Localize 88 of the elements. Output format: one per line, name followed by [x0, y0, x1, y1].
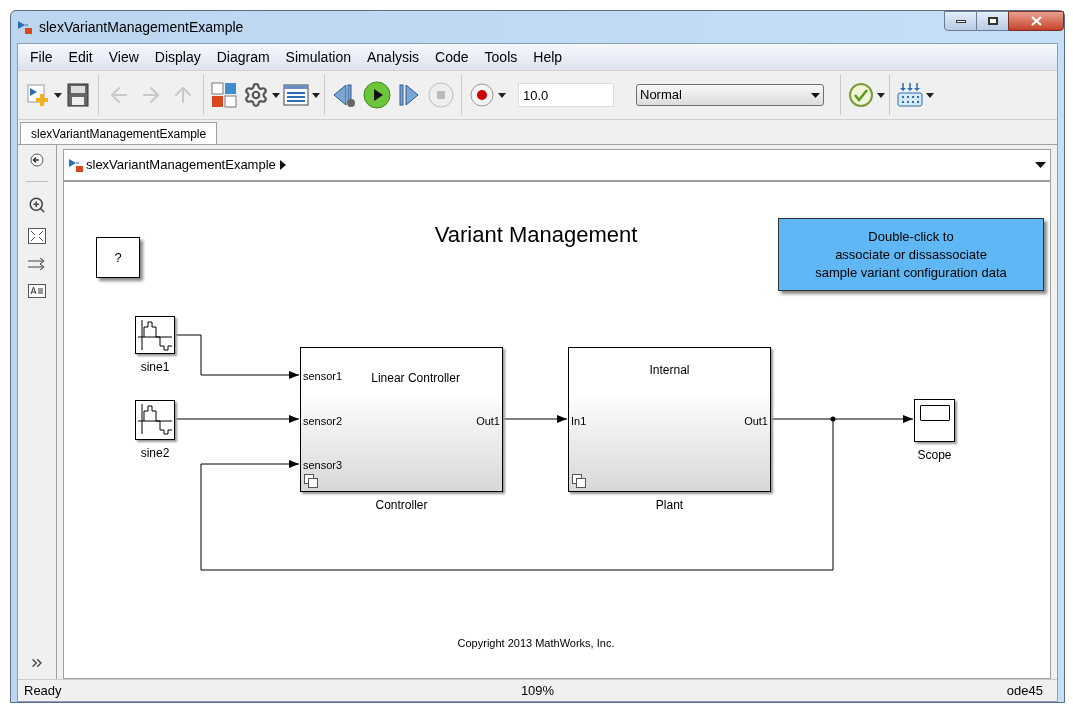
model-tab[interactable]: slexVariantManagementExample — [20, 122, 218, 144]
fit-view-button[interactable] — [28, 228, 46, 244]
solver-name: ode45 — [1005, 681, 1044, 700]
close-icon — [1030, 16, 1042, 26]
menu-item[interactable]: Display — [146, 46, 209, 68]
library-grid-icon — [211, 82, 237, 108]
staircase-wave-icon — [138, 319, 172, 351]
zoom-button[interactable] — [28, 196, 46, 214]
variant-label: Linear Controller — [371, 370, 460, 387]
step-back-icon — [332, 82, 358, 108]
copyright-text: Copyright 2013 MathWorks, Inc. — [457, 636, 615, 651]
diagram-title: Variant Management — [434, 221, 638, 249]
route-lines-button[interactable] — [28, 258, 46, 270]
step-forward-icon — [398, 83, 420, 107]
menu-item[interactable]: Tools — [476, 46, 526, 68]
input-port-label: In1 — [571, 413, 587, 429]
app-icon — [17, 19, 33, 35]
double-arrow-icon — [28, 258, 46, 270]
stop-time-field[interactable]: 10.0 — [518, 83, 614, 107]
block-label: Plant — [655, 497, 684, 514]
status-text: Ready — [24, 681, 63, 700]
input-port-label: sensor2 — [303, 413, 343, 429]
block-label: sine2 — [140, 445, 170, 462]
model-canvas[interactable] — [63, 181, 1051, 679]
output-port-label: Out1 — [476, 413, 500, 429]
play-icon — [363, 81, 391, 109]
block-label: Controller — [375, 497, 428, 514]
keypad-arrows-icon — [897, 82, 923, 108]
model-icon — [68, 157, 84, 173]
settings-icon — [243, 82, 269, 108]
table-window-icon — [283, 84, 309, 106]
caret-icon[interactable] — [498, 92, 506, 98]
library-browser-button[interactable] — [208, 79, 240, 111]
annotation-button[interactable] — [28, 284, 46, 298]
signal-source-block[interactable] — [135, 400, 175, 440]
zoom-in-icon — [28, 196, 46, 214]
menu-item[interactable]: Help — [525, 46, 571, 68]
subsystem-block[interactable]: Internal In1 Out1 — [568, 347, 771, 492]
fit-arrows-icon — [28, 228, 46, 244]
input-port-label: sensor3 — [303, 457, 343, 473]
text-annotation-icon — [28, 284, 46, 298]
menu-item[interactable]: Edit — [60, 46, 101, 68]
staircase-wave-icon — [138, 403, 172, 435]
minimize-button[interactable] — [944, 11, 977, 31]
block-label: Scope — [917, 447, 952, 464]
zoom-level: 109% — [519, 681, 556, 700]
simulation-mode-dropdown[interactable]: Normal — [636, 84, 824, 106]
menu-item[interactable]: Simulation — [277, 46, 359, 68]
annotation-text: associate or dissassociate — [835, 245, 987, 264]
input-port-label: sensor1 — [303, 368, 343, 384]
dropdown-triangle-icon[interactable] — [1035, 162, 1046, 168]
annotation-note[interactable]: Double-click to associate or dissassociate sample variant configuration data — [778, 218, 1044, 291]
stop-icon — [427, 81, 455, 109]
annotation-text: sample variant configuration data — [815, 263, 1007, 282]
breadcrumb-item[interactable]: slexVariantManagementExample — [68, 155, 276, 175]
check-circle-icon — [848, 82, 874, 108]
subsystem-block[interactable]: sensor1 sensor2 sensor3 Linear Controller Out1 — [300, 347, 503, 492]
caret-icon[interactable] — [312, 92, 320, 98]
menu-item[interactable]: Diagram — [208, 46, 278, 68]
output-port-label: Out1 — [744, 413, 768, 429]
caret-icon[interactable] — [877, 92, 885, 98]
signal-source-block[interactable] — [135, 316, 175, 354]
menu-item[interactable]: Analysis — [358, 46, 428, 68]
annotation-text: Double-click to — [868, 227, 954, 246]
menu-item[interactable]: View — [100, 46, 147, 68]
scope-block[interactable] — [914, 399, 955, 442]
caret-icon[interactable] — [272, 92, 280, 98]
help-block[interactable]: ? — [96, 237, 140, 278]
run-button[interactable] — [361, 79, 393, 111]
scope-screen-icon — [919, 405, 950, 421]
close-button[interactable] — [1008, 11, 1064, 31]
signal-line — [502, 415, 568, 423]
back-circle-icon — [30, 153, 44, 167]
model-plus-icon — [26, 83, 50, 107]
window-title: slexVariantManagementExample — [39, 17, 244, 37]
maximize-button[interactable] — [977, 11, 1008, 31]
caret-icon[interactable] — [926, 92, 934, 98]
hide-explorer-button[interactable] — [30, 153, 44, 167]
menu-item[interactable]: File — [22, 46, 61, 68]
record-icon — [469, 82, 495, 108]
variant-label: Internal — [649, 362, 690, 379]
menu-item[interactable]: Code — [427, 46, 477, 68]
variant-subsystem-icon — [304, 474, 318, 488]
variant-subsystem-icon — [572, 474, 586, 488]
block-label: sine1 — [140, 359, 170, 376]
caret-icon[interactable] — [54, 92, 62, 98]
caret-icon — [811, 92, 820, 98]
right-triangle-icon — [279, 160, 286, 170]
